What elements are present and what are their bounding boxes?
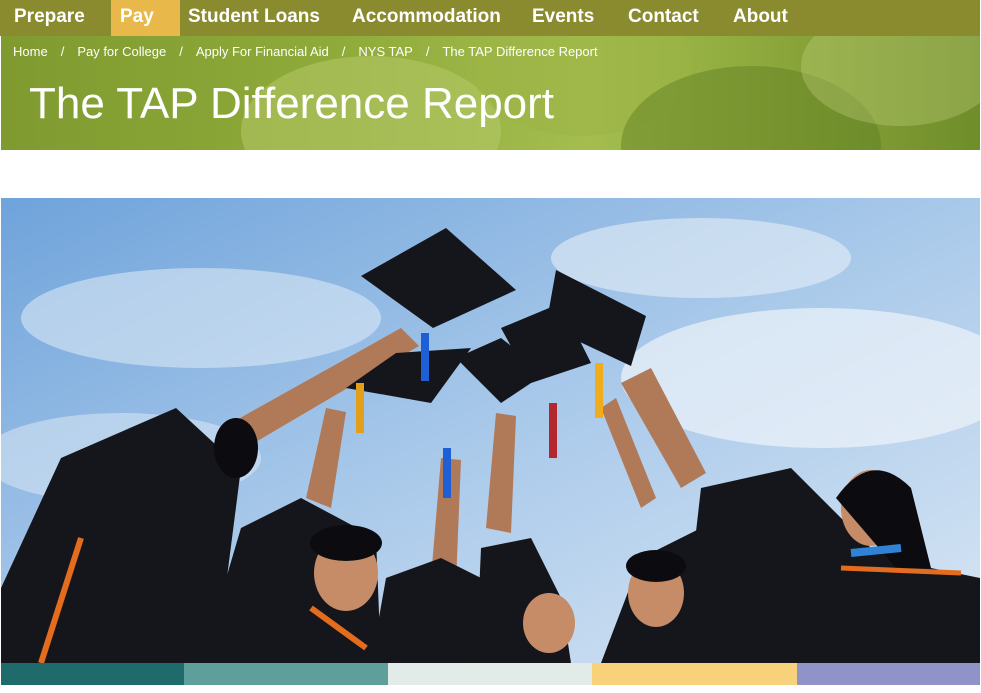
strip-swatch xyxy=(592,663,797,685)
breadcrumb-apply-financial-aid[interactable]: Apply For Financial Aid xyxy=(196,43,329,61)
page-banner: Home / Pay for College / Apply For Financial… xyxy=(1,36,980,150)
nav-item-about[interactable]: About xyxy=(733,0,813,36)
nav-item-student-loans[interactable]: Student Loans xyxy=(188,0,338,36)
strip-swatch xyxy=(388,663,592,685)
nav-item-events[interactable]: Events xyxy=(532,0,612,36)
strip-swatch xyxy=(1,663,184,685)
main-nav: Prepare Pay Student Loans Accommodation … xyxy=(0,0,980,36)
page-title: The TAP Difference Report xyxy=(29,79,555,128)
hero-illustration xyxy=(1,198,980,663)
strip-swatch xyxy=(184,663,388,685)
nav-item-prepare[interactable]: Prepare xyxy=(0,0,100,36)
breadcrumb-pay-for-college[interactable]: Pay for College xyxy=(77,43,166,61)
breadcrumb-nys-tap[interactable]: NYS TAP xyxy=(358,43,412,61)
nav-item-accommodation[interactable]: Accommodation xyxy=(352,0,517,36)
strip-swatch xyxy=(797,663,980,685)
color-strip xyxy=(1,663,980,685)
breadcrumb-current: The TAP Difference Report xyxy=(442,44,598,59)
nav-item-contact[interactable]: Contact xyxy=(628,0,718,36)
nav-item-pay[interactable]: Pay xyxy=(111,0,180,36)
breadcrumb: Home / Pay for College / Apply For Financial… xyxy=(13,43,598,61)
hero-image xyxy=(1,198,980,663)
breadcrumb-home[interactable]: Home xyxy=(13,43,48,61)
